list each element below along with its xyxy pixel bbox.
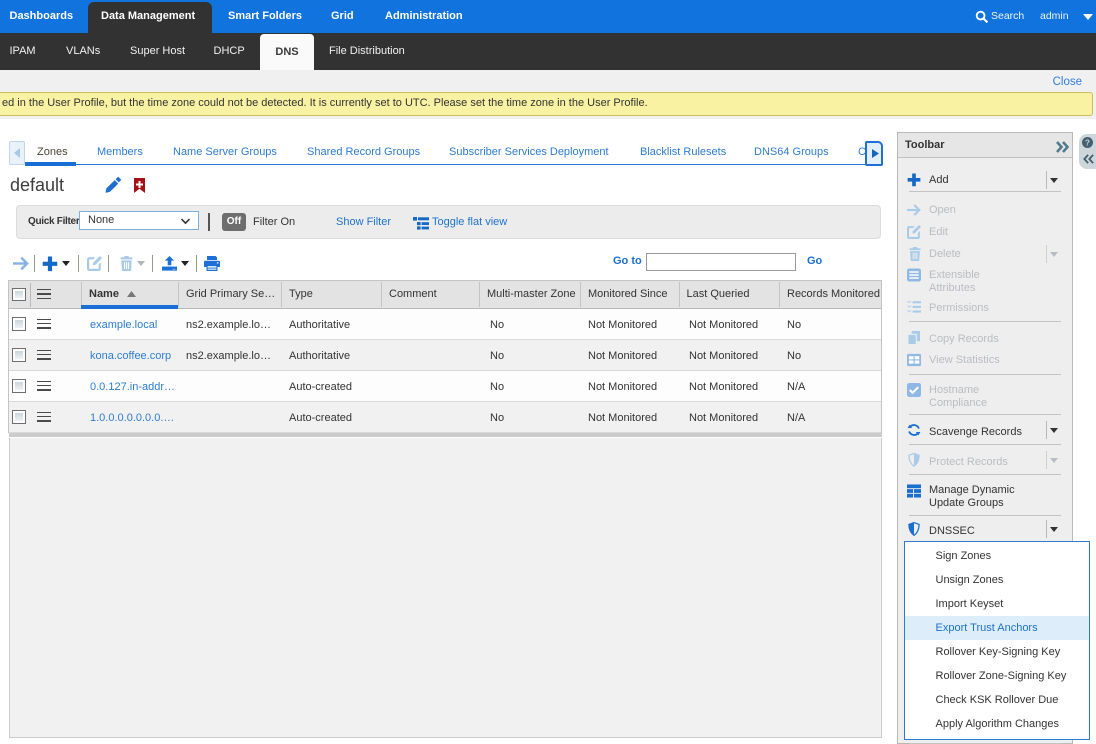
svg-text:?: ?: [1085, 138, 1090, 147]
